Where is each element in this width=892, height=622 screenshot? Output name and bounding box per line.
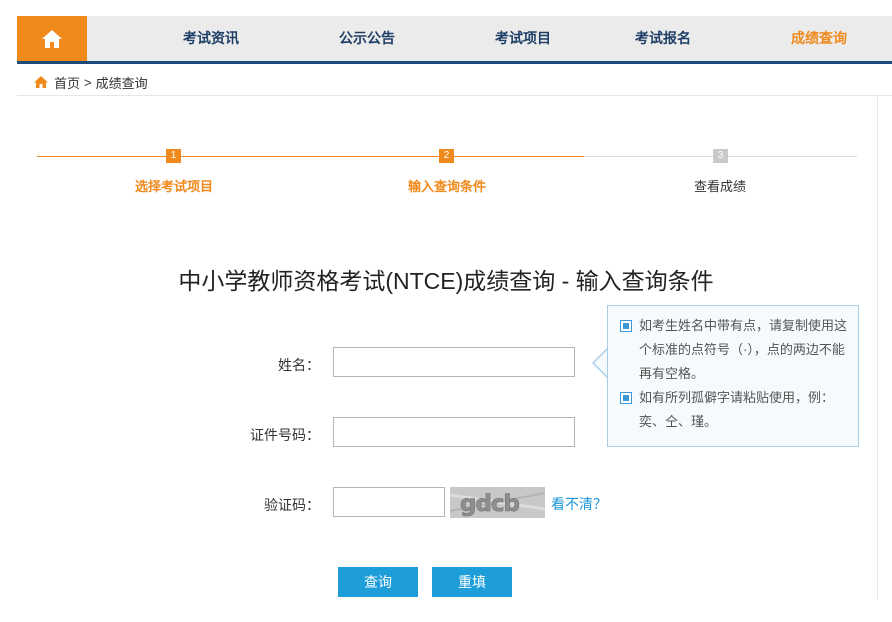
- content-right-border: [877, 96, 878, 600]
- captcha-graphic: gdcb: [450, 487, 545, 518]
- captcha-image[interactable]: gdcb: [450, 487, 545, 518]
- breadcrumb-separator: >: [84, 74, 92, 90]
- name-input[interactable]: [333, 347, 575, 377]
- nav-item-announcements[interactable]: 公示公告: [339, 16, 395, 61]
- captcha-input[interactable]: [333, 487, 445, 517]
- tip-text: 如考生姓名中带有点，请复制使用这个标准的点符号（·），点的两边不能再有空格。: [639, 318, 848, 381]
- id-number-input[interactable]: [333, 417, 575, 447]
- step-3-number: 3: [713, 149, 728, 163]
- square-bullet-icon: [620, 320, 632, 332]
- captcha-refresh-link[interactable]: 看不清？: [551, 494, 607, 514]
- breadcrumb-home-link[interactable]: 首页: [54, 73, 80, 92]
- input-tips-box: 如考生姓名中带有点，请复制使用这个标准的点符号（·），点的两边不能再有空格。 如…: [607, 305, 859, 447]
- nav-item-registration[interactable]: 考试报名: [635, 16, 691, 61]
- step-2-label: 输入查询条件: [407, 179, 486, 194]
- step-3-label: 查看成绩: [693, 179, 746, 194]
- step-1-label: 选择考试项目: [134, 179, 213, 194]
- step-2-number: 2: [439, 149, 454, 163]
- captcha-label: 验证码：: [264, 497, 320, 513]
- home-button[interactable]: [17, 16, 87, 61]
- breadcrumb: 首页 > 成绩查询: [33, 73, 148, 91]
- tip-item: 如考生姓名中带有点，请复制使用这个标准的点符号（·），点的两边不能再有空格。: [620, 314, 850, 386]
- nav-item-exam-news[interactable]: 考试资讯: [183, 16, 239, 61]
- breadcrumb-divider: [17, 95, 892, 96]
- id-number-label: 证件号码：: [250, 427, 320, 443]
- nav-item-exam-projects[interactable]: 考试项目: [495, 16, 551, 61]
- tip-text: 如有所列孤僻字请粘贴使用，例：奕、仝、瑾。: [639, 390, 835, 429]
- step-progress-line-done: [37, 156, 584, 157]
- tip-item: 如有所列孤僻字请粘贴使用，例：奕、仝、瑾。: [620, 386, 850, 434]
- home-icon: [34, 76, 48, 88]
- square-bullet-icon: [620, 392, 632, 404]
- breadcrumb-current: 成绩查询: [95, 75, 148, 91]
- tip-arrow: [594, 349, 608, 377]
- name-label: 姓名：: [278, 357, 320, 373]
- top-nav: 考试资讯 公示公告 考试项目 考试报名 成绩查询: [17, 16, 892, 64]
- query-button[interactable]: 查询: [338, 567, 418, 597]
- reset-button[interactable]: 重填: [432, 567, 512, 597]
- nav-item-score-query[interactable]: 成绩查询: [791, 16, 847, 61]
- page-title: 中小学教师资格考试(NTCE)成绩查询 - 输入查询条件: [178, 268, 714, 294]
- home-icon: [42, 29, 62, 48]
- step-1-number: 1: [166, 149, 181, 163]
- captcha-text: gdcb: [460, 491, 520, 517]
